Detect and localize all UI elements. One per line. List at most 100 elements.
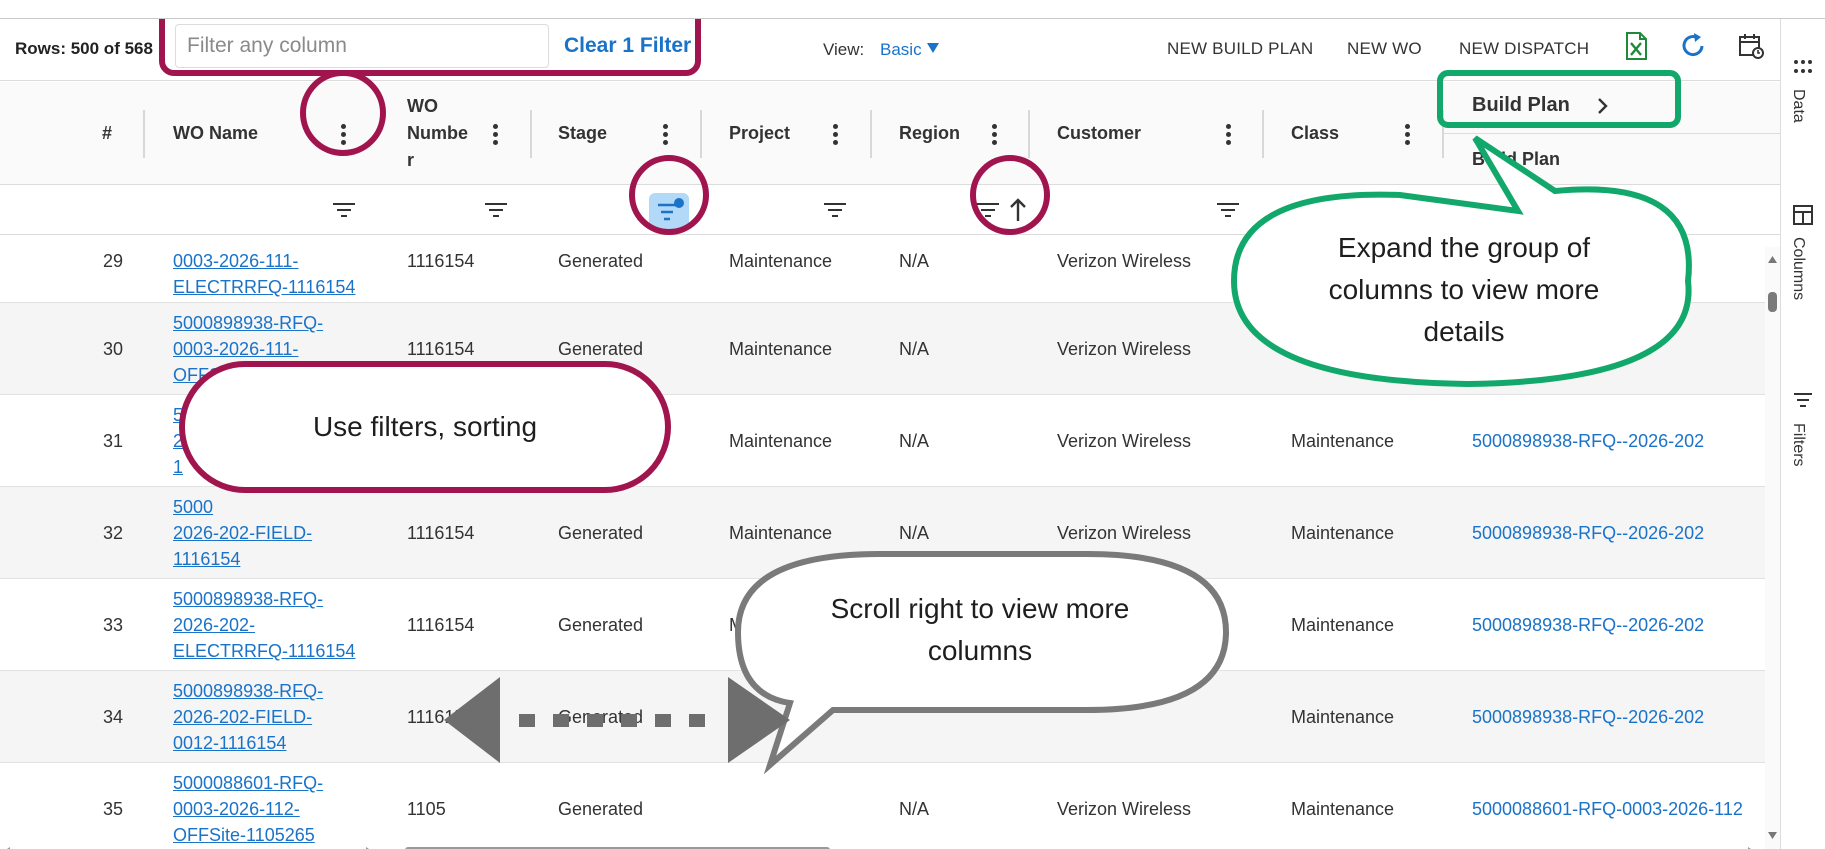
column-header-class[interactable]: Class xyxy=(1291,123,1339,144)
column-separator[interactable] xyxy=(700,110,702,158)
column-header-project[interactable]: Project xyxy=(729,123,790,144)
grip-icon xyxy=(1794,60,1812,73)
cell-project: Ma xyxy=(729,707,755,727)
cell-num: 34 xyxy=(103,707,124,727)
view-select[interactable]: Basic xyxy=(880,40,922,60)
column-menu-icon[interactable] xyxy=(1226,124,1232,145)
cell-customer: Verizon Wireless xyxy=(1057,431,1192,451)
column-separator[interactable] xyxy=(1028,110,1030,158)
new-dispatch-button[interactable]: NEW DISPATCH xyxy=(1459,39,1589,59)
column-menu-icon[interactable] xyxy=(992,124,998,145)
table-row[interactable]: 35 1105 Generated N/A Verizon Wireless Mainte… xyxy=(0,763,1765,849)
active-filter-button[interactable] xyxy=(649,193,689,231)
wo-name-line: 0003-2026-111- xyxy=(173,339,299,359)
cell-stage: Generated xyxy=(558,523,644,543)
cell-wo-name-link[interactable]: 5000898938-RFQ- 2026-202-FIELD- 0012-11161… xyxy=(173,678,323,756)
column-separator[interactable] xyxy=(1442,110,1444,158)
column-header-build-plan[interactable]: Build Plan xyxy=(1472,149,1560,170)
callout-line: Expand the group of xyxy=(1337,232,1591,263)
cell-num: 33 xyxy=(103,615,124,635)
wo-name-line: 5000898938-RFQ- xyxy=(173,681,324,701)
cell-project: Maintenance xyxy=(729,523,833,543)
cell-wo-number: 1116154 xyxy=(407,707,475,727)
filter-icon[interactable] xyxy=(1217,203,1239,219)
column-separator[interactable] xyxy=(143,110,145,158)
cell-build-plan[interactable]: 5000898938-RFQ--2026-202 xyxy=(1472,428,1704,454)
horizontal-scrollbar[interactable] xyxy=(0,842,1765,849)
chevron-down-icon[interactable] xyxy=(927,43,939,53)
column-header-wo-number-line1[interactable]: WO xyxy=(407,96,438,117)
cell-wo-name-link[interactable]: 5000 2026-202-FIELD- 1116154 xyxy=(173,494,312,572)
cell-wo-name-link[interactable]: 0003-2026-111- ELECTRRFQ-1116154 xyxy=(173,248,355,300)
new-wo-button[interactable]: NEW WO xyxy=(1347,39,1422,59)
cell-wo-number: 1116154 xyxy=(407,523,475,543)
cell-wo-name-link[interactable]: 5000898938-RFQ- 2026-202- ELECTRRFQ-111615… xyxy=(173,586,355,664)
cell-project: Maintenance xyxy=(729,251,833,271)
wo-name-line: 0003-2026-112- xyxy=(173,799,300,819)
table-row[interactable]: 34 1116154 Generated Ma Maintenance 500089893… xyxy=(0,671,1765,763)
cell-class: Maintenance xyxy=(1291,431,1395,451)
cell-region: N/A xyxy=(899,523,930,543)
sidebar-item-label: Data xyxy=(1790,89,1807,123)
excel-icon[interactable] xyxy=(1622,31,1650,61)
column-menu-icon[interactable] xyxy=(341,124,347,145)
cell-wo-name-link[interactable]: 5000088601-RFQ- 0003-2026-112- OFFSite-110… xyxy=(173,770,323,848)
calendar-icon[interactable] xyxy=(1737,31,1765,61)
sidebar-item-label: Filters xyxy=(1790,423,1807,467)
column-header-wo-name[interactable]: WO Name xyxy=(173,123,258,144)
filter-icon[interactable] xyxy=(333,203,355,219)
filter-icon[interactable] xyxy=(977,203,999,219)
side-panel: Data Columns Filters xyxy=(1780,19,1825,849)
cell-stage: Generated xyxy=(558,251,644,271)
scroll-callout: Scroll right to view more columns xyxy=(760,588,1200,672)
rows-count: Rows: 500 of 568 xyxy=(15,39,153,58)
cell-num: 35 xyxy=(103,799,124,819)
column-menu-icon[interactable] xyxy=(833,124,839,145)
cell-build-plan[interactable]: 5000898938-RFQ--2026-202 xyxy=(1472,520,1704,546)
column-header-customer[interactable]: Customer xyxy=(1057,123,1141,144)
cell-wo-name-link[interactable]: 5000898938-RFQ- 0003-2026-111- OFFSite- xyxy=(173,310,323,388)
cell-num: 32 xyxy=(103,523,124,543)
column-separator[interactable] xyxy=(530,110,532,158)
view-label: View: xyxy=(823,40,865,59)
cell-region: N/A xyxy=(899,251,930,271)
cell-num: 29 xyxy=(103,251,124,271)
column-header-num[interactable]: # xyxy=(102,123,112,144)
expand-columns-callout: Expand the group of columns to view more… xyxy=(1254,227,1674,353)
wo-name-line: 1116154 xyxy=(173,549,241,569)
cell-stage: Generated xyxy=(558,799,644,819)
filter-icon[interactable] xyxy=(485,203,507,219)
table-row[interactable]: 32 1116154 Generated Maintenance N/A Verizon … xyxy=(0,487,1765,579)
column-menu-icon[interactable] xyxy=(663,124,669,145)
cell-build-plan[interactable]: 5000898938-RFQ--2026-202 xyxy=(1472,612,1704,638)
data-grid: # WO Name WO Numbe r Stage Project Regio… xyxy=(0,82,1780,849)
column-separator[interactable] xyxy=(870,110,872,158)
wo-name-line: ELECTRRFQ-1116154 xyxy=(173,641,356,661)
column-menu-icon[interactable] xyxy=(1405,124,1411,145)
cell-build-plan[interactable]: 5000898938-RFQ--2026-202 xyxy=(1472,704,1704,730)
column-menu-icon[interactable] xyxy=(493,124,499,145)
column-group-header-build-plan[interactable]: Build Plan xyxy=(1472,94,1570,117)
cell-project: Ma xyxy=(729,615,755,635)
wo-name-line: 5000898938-RFQ- xyxy=(173,589,324,609)
column-header-stage[interactable]: Stage xyxy=(558,123,607,144)
cell-class: Maintenance xyxy=(1291,707,1395,727)
cell-stage: Generated xyxy=(558,339,644,359)
chevron-right-icon[interactable] xyxy=(1597,97,1609,115)
column-header-region[interactable]: Region xyxy=(899,123,960,144)
cell-wo-number: 1116154 xyxy=(407,251,475,271)
vertical-scrollbar[interactable] xyxy=(1765,247,1780,849)
column-header-wo-number-line2[interactable]: Numbe xyxy=(407,123,468,144)
new-build-plan-button[interactable]: NEW BUILD PLAN xyxy=(1167,39,1313,59)
cell-build-plan[interactable]: 5000088601-RFQ-0003-2026-112 xyxy=(1472,796,1743,822)
refresh-icon[interactable] xyxy=(1680,31,1708,61)
wo-name-line: 5000 xyxy=(173,497,214,517)
column-separator[interactable] xyxy=(1262,110,1264,158)
cell-customer: Verizon Wireless xyxy=(1057,339,1192,359)
cell-num: 30 xyxy=(103,339,124,359)
column-header-wo-number-line3[interactable]: r xyxy=(407,150,414,171)
filter-icon[interactable] xyxy=(824,203,846,219)
sort-ascending-icon[interactable] xyxy=(1009,197,1027,223)
filter-input[interactable] xyxy=(175,24,549,68)
clear-filter-button[interactable]: Clear 1 Filter xyxy=(564,34,691,58)
